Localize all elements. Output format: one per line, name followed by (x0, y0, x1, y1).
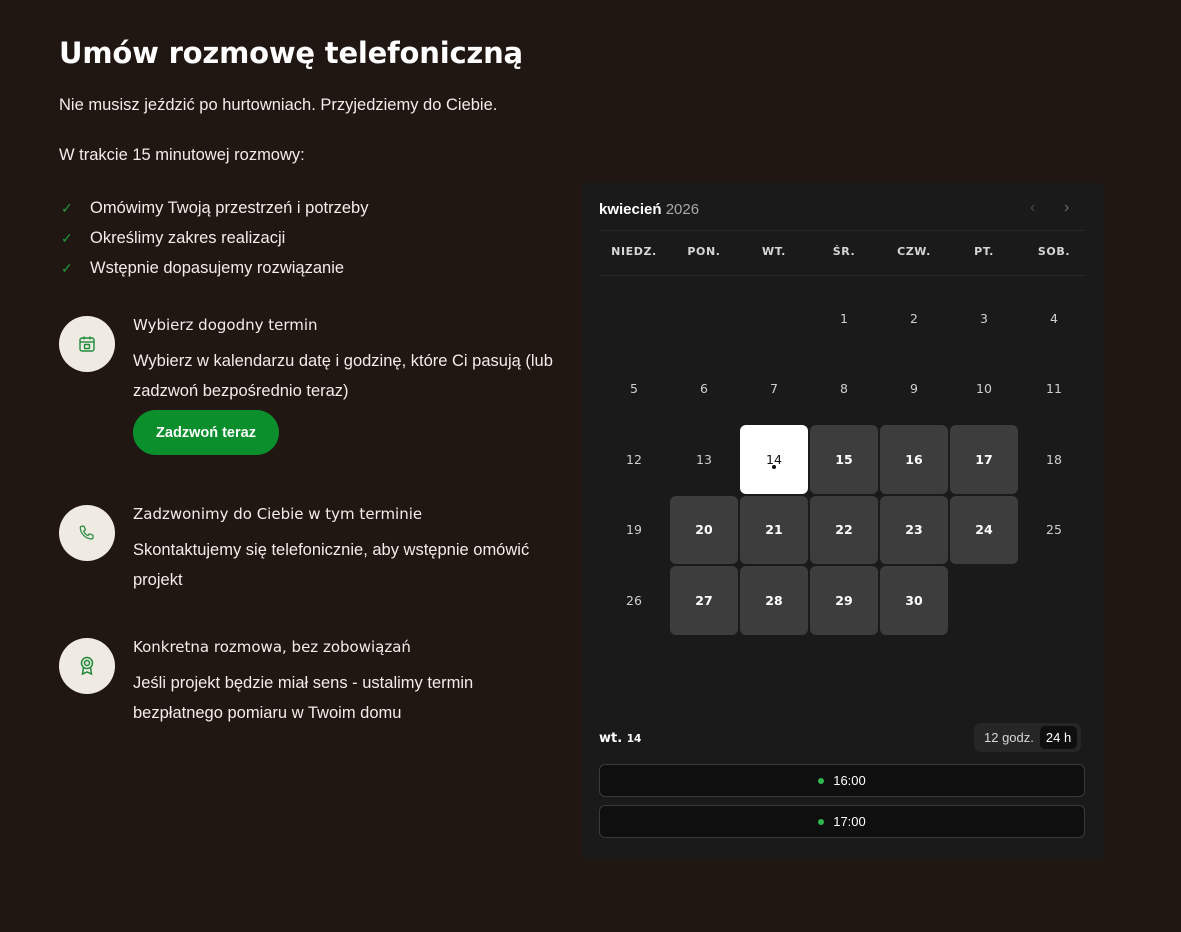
calendar-day: 11 (1046, 381, 1062, 397)
empty-cell (599, 283, 669, 354)
calendar-day-selected[interactable]: 14 (740, 425, 808, 494)
divider (599, 275, 1085, 276)
calendar-day-available[interactable]: 29 (810, 566, 878, 635)
time-slot-button[interactable]: 16:00 (599, 764, 1085, 797)
calendar-day: 18 (1046, 451, 1062, 467)
check-icon: ✓ (61, 199, 73, 216)
calendar-day: 3 (980, 310, 988, 326)
check-icon: ✓ (61, 259, 73, 276)
calendar-day: 9 (910, 381, 918, 397)
next-month-button[interactable]: › (1064, 199, 1069, 217)
time-slot-label: 16:00 (833, 773, 866, 788)
time-slot-label: 17:00 (833, 814, 866, 829)
step-description: Wybierz w kalendarzu datę i godzinę, któ… (133, 352, 553, 400)
calendar-day: 6 (700, 381, 708, 397)
calendar-day: 13 (696, 451, 712, 467)
list-item-label: Określimy zakres realizacji (90, 228, 286, 247)
weekday-label: WT. (762, 245, 786, 258)
calendar-day: 1 (840, 310, 848, 326)
format-12h-option[interactable]: 12 godz. (978, 726, 1040, 749)
calendar-day-available[interactable]: 30 (880, 566, 948, 635)
time-slot-button[interactable]: 17:00 (599, 805, 1085, 838)
phone-icon (59, 505, 115, 561)
weekday-label: PON. (687, 245, 721, 258)
award-icon (59, 638, 115, 694)
list-item: ✓ Określimy zakres realizacji (61, 223, 368, 253)
step-title: Wybierz dogodny termin (133, 316, 318, 334)
calendar-icon (59, 316, 115, 372)
weekday-label: NIEDZ. (611, 245, 657, 258)
calendar-day: 2 (910, 310, 918, 326)
weekday-label: ŚR. (832, 245, 856, 258)
check-icon: ✓ (61, 229, 73, 246)
calendar-day-available[interactable]: 17 (950, 425, 1018, 494)
list-item: ✓ Omówimy Twoją przestrzeń i potrzeby (61, 193, 368, 223)
step-description: Jeśli projekt będzie miał sens - ustalim… (133, 674, 474, 722)
benefit-list: ✓ Omówimy Twoją przestrzeń i potrzeby ✓ Ok… (61, 193, 368, 283)
weekday-header: NIEDZ. PON. WT. ŚR. CZW. PT. SOB. (599, 245, 1089, 258)
today-dot (772, 465, 776, 469)
calendar-day-available[interactable]: 24 (950, 495, 1018, 564)
available-dot (818, 777, 825, 784)
calendar-day-available[interactable]: 21 (740, 495, 808, 564)
empty-cell (669, 283, 739, 354)
selected-date-label: wt. 14 (599, 731, 641, 746)
calendar-day: 19 (626, 522, 642, 538)
weekday-label: CZW. (897, 245, 931, 258)
calendar-day: 12 (626, 451, 642, 467)
weekday-label: SOB. (1037, 245, 1071, 258)
calendar-day: 8 (840, 381, 848, 397)
time-format-toggle: 12 godz. 24 h (974, 723, 1082, 752)
calendar-day-available[interactable]: 28 (740, 566, 808, 635)
calendar-day: 10 (976, 381, 992, 397)
page-title: Umów rozmowę telefoniczną (59, 36, 523, 70)
format-24h-option[interactable]: 24 h (1039, 726, 1078, 749)
calendar-day: 26 (626, 592, 642, 608)
available-dot (818, 818, 825, 825)
call-now-button[interactable]: Zadzwoń teraz (133, 410, 279, 455)
divider (599, 230, 1085, 231)
list-item-label: Wstępnie dopasujemy rozwiązanie (90, 258, 345, 277)
list-item-label: Omówimy Twoją przestrzeń i potrzeby (90, 198, 369, 217)
weekday-label: PT. (974, 245, 994, 258)
previous-month-button[interactable]: ‹ (1030, 199, 1035, 217)
empty-cell (739, 283, 809, 354)
calendar-day-available[interactable]: 15 (810, 425, 878, 494)
step-description: Skontaktujemy się telefonicznie, aby wst… (133, 541, 530, 589)
calendar-day: 25 (1046, 522, 1062, 538)
calendar-day: 7 (770, 381, 778, 397)
list-item: ✓ Wstępnie dopasujemy rozwiązanie (61, 253, 368, 283)
booking-calendar: kwiecień 2026 ‹ › NIEDZ. PON. WT. ŚR. CZ… (582, 183, 1104, 859)
selected-weekday: wt. (599, 731, 623, 746)
calendar-day: 4 (1050, 310, 1058, 326)
calendar-day-available[interactable]: 20 (670, 495, 738, 564)
month-label: kwiecień (599, 201, 662, 218)
step-title: Zadzwonimy do Ciebie w tym terminie (133, 505, 423, 523)
intro-text: Nie musisz jeździć po hurtowniach. Przyj… (59, 96, 498, 114)
calendar-day-available[interactable]: 22 (810, 495, 878, 564)
calendar-day: 5 (630, 381, 638, 397)
selected-day-number: 14 (626, 733, 642, 745)
day-grid: 1 2 3 4 5 6 7 8 9 10 11 12 13 14 15 16 1… (599, 283, 1089, 636)
call-duration-text: W trakcie 15 minutowej rozmowy: (59, 146, 305, 164)
month-header: kwiecień 2026 (599, 201, 699, 218)
calendar-day-available[interactable]: 27 (670, 566, 738, 635)
calendar-day-available[interactable]: 16 (880, 425, 948, 494)
calendar-day-available[interactable]: 23 (880, 495, 948, 564)
step-title: Konkretna rozmowa, bez zobowiązań (133, 638, 411, 656)
year-label: 2026 (665, 201, 700, 218)
